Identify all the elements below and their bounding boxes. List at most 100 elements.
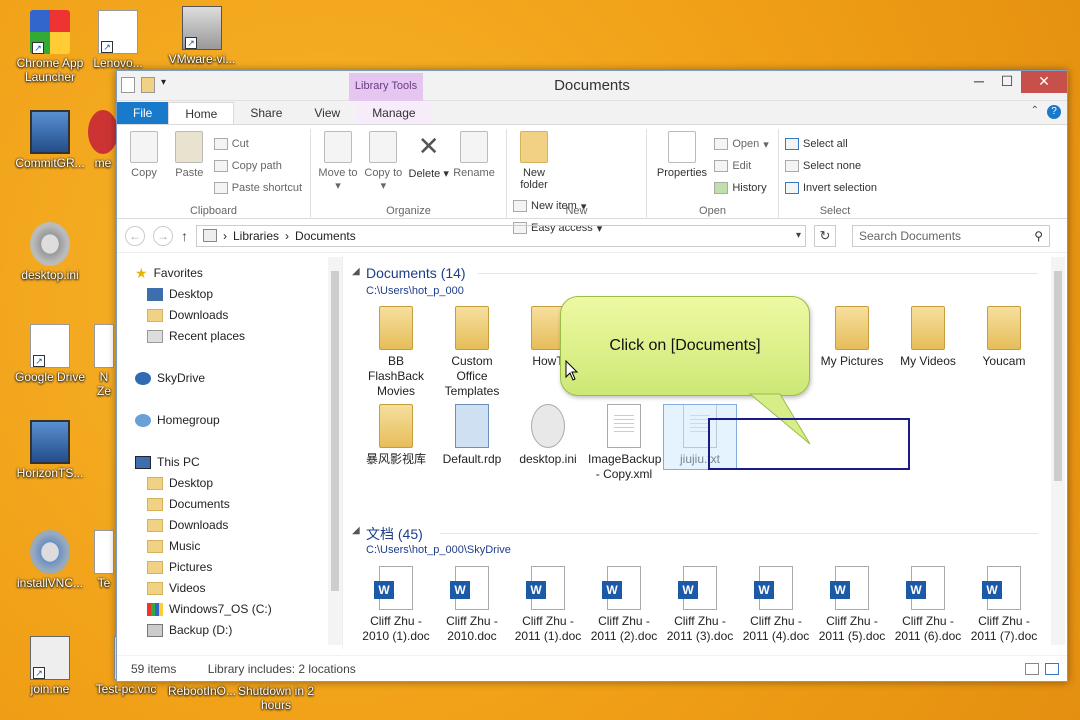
move-to-button[interactable]: Move to ▾ [317,131,359,192]
new-group: New folder New item ▾ Easy access ▾ New [507,129,647,235]
new-group-label: New [565,205,588,217]
copy-button[interactable]: Copy [123,131,165,179]
history-button[interactable]: History [714,177,768,199]
tab-view[interactable]: View [298,102,356,124]
nav-pc-windows7-os[interactable]: Windows7_OS (C:) [147,599,272,619]
folder-icon [147,476,163,490]
folder-icon [147,581,163,595]
nav-scrollbar[interactable] [328,257,342,645]
nav-pc-backup[interactable]: Backup (D:) [147,620,232,640]
desktop-icon-join-me[interactable]: ↗ join.me [10,636,90,696]
library-icon [203,229,217,242]
nav-pc-music[interactable]: Music [147,536,200,556]
new-folder-button[interactable]: New folder [513,131,555,191]
copy-path-icon [213,160,228,172]
monitor-icon [30,420,70,464]
tab-file[interactable]: File [117,102,169,124]
select-none-icon [785,160,799,172]
copy-icon [130,131,158,163]
star-icon: ★ [135,264,148,281]
minimize-button[interactable]: ─ [965,71,993,93]
nav-pc-downloads[interactable]: Downloads [147,515,228,535]
desktop-icon-desktop-ini[interactable]: desktop.ini [10,222,90,282]
address-bar[interactable]: › Libraries › Documents ▾ [196,224,806,247]
paste-shortcut-button[interactable]: Paste shortcut [213,177,302,199]
search-input[interactable]: Search Documents ⚲ [852,224,1050,247]
nav-fav-recent-places[interactable]: Recent places [147,326,245,346]
content-scrollbar[interactable] [1051,257,1065,645]
paste-icon [175,131,204,163]
nav-fav-desktop[interactable]: Desktop [147,284,213,304]
desktop-icon-installvnc[interactable]: installVNC... [10,530,90,590]
rename-button[interactable]: Rename [453,131,495,179]
open-group-label: Open [699,205,726,217]
desktop-icon-vmware[interactable]: ↗ VMware-vi... [162,6,242,66]
nav-favorites[interactable]: ★ Favorites [135,263,203,283]
nav-pc-documents[interactable]: Documents [147,494,230,514]
back-button[interactable]: ← [125,225,145,246]
app-icon [88,110,118,154]
up-button[interactable]: ↑ [181,228,188,244]
copy-to-icon [369,131,398,163]
desktop-icon-google-drive[interactable]: ↗ Google Drive [10,324,90,384]
desktop-icon-rebootino[interactable]: RebootInO... [164,684,240,698]
desktop-icon-commitgr[interactable]: CommitGR... [10,110,90,170]
folder-icon [147,497,163,511]
desktop-icon-horizonts[interactable]: HorizonTS... [10,420,90,480]
folder-icon [147,560,163,574]
app-icon: ↗ [30,636,70,680]
gear-icon [30,530,70,574]
move-to-icon [324,131,352,163]
details-view-icon[interactable] [1025,663,1039,675]
document-icon [94,324,114,368]
edit-icon [714,160,729,172]
address-bar-row: ← → ↑ › Libraries › Documents ▾ ↻ Search… [117,219,1067,253]
tab-home[interactable]: Home [168,102,235,124]
address-dropdown-icon[interactable]: ▾ [796,230,801,241]
delete-button[interactable]: ✕ Delete ▾ [408,131,450,180]
cut-button[interactable]: Cut [213,133,302,155]
scissors-icon [213,138,228,150]
desktop-icon-lenovo[interactable]: ↗ Lenovo... [88,10,148,70]
title-bar: ▾ Library Tools Documents ─ ☐ ✕ [117,71,1067,101]
edit-button[interactable]: Edit [714,155,768,177]
maximize-button[interactable]: ☐ [993,71,1021,93]
breadcrumb-libraries[interactable]: Libraries [233,229,279,243]
close-button[interactable]: ✕ [1021,71,1067,93]
copy-path-button[interactable]: Copy path [213,155,302,177]
desktop-icon-te[interactable]: Te [92,530,116,590]
tab-manage[interactable]: Manage [356,102,432,124]
select-group-label: Select [819,205,851,217]
desktop-icon-me[interactable]: me [88,110,118,170]
paste-shortcut-icon [213,182,228,194]
forward-button[interactable]: → [153,225,173,246]
nav-this-pc[interactable]: This PC [135,452,200,472]
select-all-button[interactable]: Select all [785,133,877,155]
open-button[interactable]: Open ▾ [714,133,769,155]
help-icon[interactable]: ? [1047,105,1061,119]
large-icons-view-icon[interactable] [1045,663,1059,675]
copy-to-button[interactable]: Copy to ▾ [362,131,404,192]
desktop-icon-shutdown[interactable]: Shutdown in 2 hours [236,684,316,712]
refresh-button[interactable]: ↻ [814,224,836,247]
invert-selection-button[interactable]: Invert selection [785,177,877,199]
nav-fav-downloads[interactable]: Downloads [147,305,228,325]
nav-homegroup[interactable]: Homegroup [135,410,220,430]
tab-share[interactable]: Share [234,102,298,124]
properties-button[interactable]: Properties [653,131,711,179]
nav-pc-desktop[interactable]: Desktop [147,473,213,493]
desktop-icon-n[interactable]: N Ze [92,324,116,398]
minimize-ribbon-icon[interactable]: ⌃ [1031,105,1039,116]
nav-pc-pictures[interactable]: Pictures [147,557,212,577]
clipboard-group-label: Clipboard [189,205,238,217]
nav-pc-videos[interactable]: Videos [147,578,205,598]
folder-icon [520,131,548,163]
nav-skydrive[interactable]: SkyDrive [135,368,205,388]
breadcrumb-documents[interactable]: Documents [295,229,356,243]
select-all-icon [785,138,799,150]
select-none-button[interactable]: Select none [785,155,877,177]
drive-icon [147,623,163,637]
paste-button[interactable]: Paste [168,131,210,179]
desktop-icon-chrome-app-launcher[interactable]: ↗ Chrome App Launcher [10,10,90,84]
ribbon-tabs: File Home Share View Manage ⌃ ? [117,101,1067,125]
